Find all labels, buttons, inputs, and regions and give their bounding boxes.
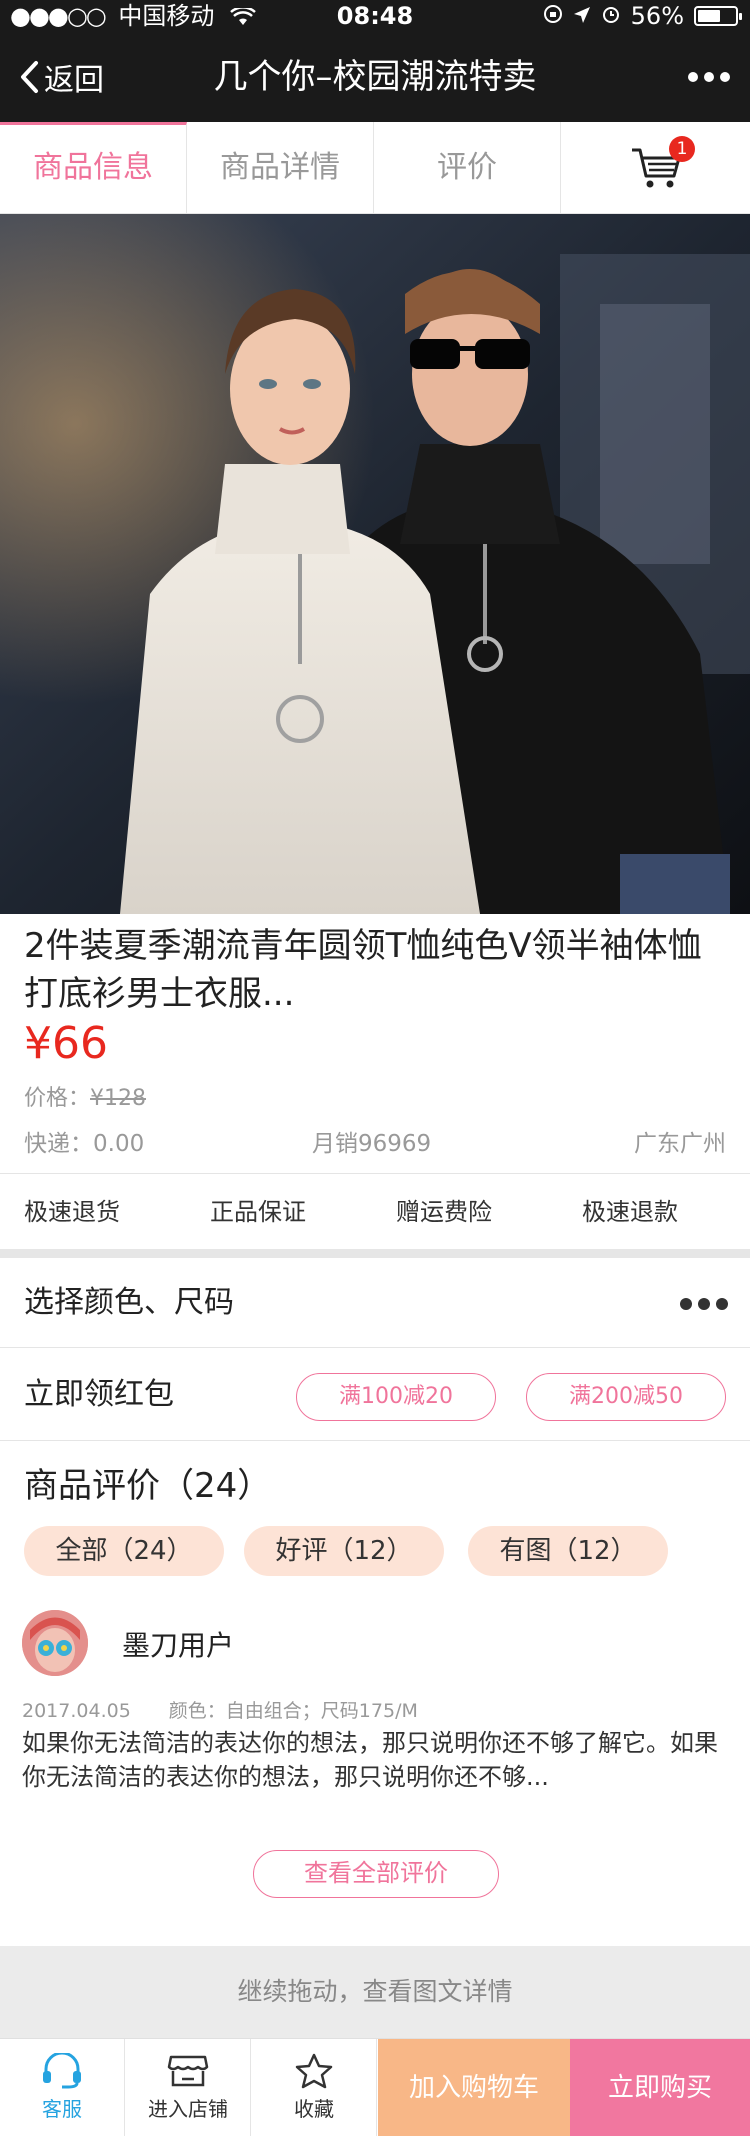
location-arrow-icon xyxy=(573,0,591,32)
product-photo xyxy=(0,214,750,914)
tab-product-info[interactable]: 商品信息 xyxy=(0,122,187,213)
store-icon xyxy=(167,2055,209,2087)
shipping-fee: 快递：0.00 xyxy=(24,1131,145,1157)
guarantee-shipping-insurance: 赠运费险 xyxy=(396,1198,492,1226)
battery-icon xyxy=(694,6,742,26)
review-spec: 颜色：自由组合；尺码175/M xyxy=(168,1700,418,1722)
review-meta: 2017.04.05 颜色：自由组合；尺码175/M xyxy=(22,1696,418,1723)
page-title: 几个你–校园潮流特卖 xyxy=(213,57,537,97)
more-dot-icon xyxy=(704,72,714,82)
ship-from-location: 广东广州 xyxy=(634,1131,726,1157)
favorite-label: 收藏 xyxy=(294,2097,334,2121)
enter-store-label: 进入店铺 xyxy=(148,2097,228,2121)
select-options-label: 选择颜色、尺码 xyxy=(24,1285,234,1320)
cart-button[interactable]: 1 xyxy=(561,122,750,213)
product-info: 2件装夏季潮流青年圆领T恤纯色V领半袖体恤打底衫男士衣服... ¥66 价格：¥… xyxy=(0,914,750,1174)
battery-percent: 56% xyxy=(630,2,684,30)
coupon-200-50[interactable]: 满200减50 xyxy=(526,1373,726,1421)
headset-icon xyxy=(43,2053,81,2089)
review-username: 墨刀用户 xyxy=(122,1629,235,1662)
more-options-icon xyxy=(680,1298,728,1310)
user-avatar-image xyxy=(22,1610,88,1676)
more-dot-icon xyxy=(720,72,730,82)
reviews-title: 商品评价（24） xyxy=(24,1466,272,1506)
original-price: ¥128 xyxy=(90,1086,147,1111)
guarantee-fast-return: 极速退货 xyxy=(24,1198,120,1226)
status-right: 56% xyxy=(543,0,742,32)
guarantee-fast-refund: 极速退款 xyxy=(582,1198,678,1226)
review-filter-positive[interactable]: 好评（12） xyxy=(244,1526,444,1576)
monthly-sales: 月销96969 xyxy=(312,1131,432,1157)
enter-store-button[interactable]: 进入店铺 xyxy=(126,2039,251,2136)
service-guarantees: 极速退货 正品保证 赠运费险 极速退款 xyxy=(0,1175,750,1249)
product-title: 2件装夏季潮流青年圆领T恤纯色V领半袖体恤打底衫男士衣服... xyxy=(24,926,702,1014)
product-meta-row: 快递：0.00 月销96969 广东广州 xyxy=(24,1124,726,1164)
alarm-icon xyxy=(601,0,621,32)
more-dot-icon xyxy=(688,72,698,82)
star-icon xyxy=(295,2053,333,2089)
favorite-button[interactable]: 收藏 xyxy=(252,2039,377,2136)
coupon-row: 立即领红包 满100减20 满200减50 xyxy=(0,1349,750,1441)
coupon-100-20[interactable]: 满100减20 xyxy=(296,1373,496,1421)
nav-bar: 返回 几个你–校园潮流特卖 xyxy=(0,32,750,122)
section-divider xyxy=(0,1249,750,1258)
more-button[interactable] xyxy=(688,32,730,122)
see-all-reviews-button[interactable]: 查看全部评价 xyxy=(253,1850,499,1898)
customer-service-button[interactable]: 客服 xyxy=(0,2039,125,2136)
current-price: ¥66 xyxy=(24,1018,108,1069)
status-bar: ●●●○○ 中国移动 08:48 56% xyxy=(0,0,750,32)
avatar xyxy=(22,1610,88,1676)
buy-now-button[interactable]: 立即购买 xyxy=(570,2039,750,2136)
product-tabs: 商品信息 商品详情 评价 1 xyxy=(0,122,750,214)
guarantee-authentic: 正品保证 xyxy=(210,1198,306,1226)
original-price-label: 价格： xyxy=(24,1086,91,1111)
lock-rotation-icon xyxy=(543,0,563,32)
add-to-cart-button[interactable]: 加入购物车 xyxy=(378,2039,570,2136)
tab-product-details[interactable]: 商品详情 xyxy=(187,122,374,213)
customer-service-label: 客服 xyxy=(42,2097,82,2121)
review-text: 如果你无法简洁的表达你的想法，那只说明你还不够了解它。如果你无法简洁的表达你的想… xyxy=(22,1729,718,1791)
drag-hint: 继续拖动，查看图文详情 xyxy=(0,1946,750,2038)
review-filter-all[interactable]: 全部（24） xyxy=(24,1526,224,1576)
original-price-row: 价格：¥128 xyxy=(24,1080,146,1112)
coupon-label: 立即领红包 xyxy=(24,1377,174,1412)
bottom-action-bar: 客服 进入店铺 收藏 加入购物车 立即购买 xyxy=(0,2038,750,2136)
review-date: 2017.04.05 xyxy=(22,1700,131,1722)
review-filter-with-photos[interactable]: 有图（12） xyxy=(468,1526,668,1576)
select-options-row[interactable]: 选择颜色、尺码 xyxy=(0,1258,750,1348)
product-image[interactable] xyxy=(0,214,750,914)
cart-badge: 1 xyxy=(669,136,695,162)
tab-reviews[interactable]: 评价 xyxy=(374,122,561,213)
